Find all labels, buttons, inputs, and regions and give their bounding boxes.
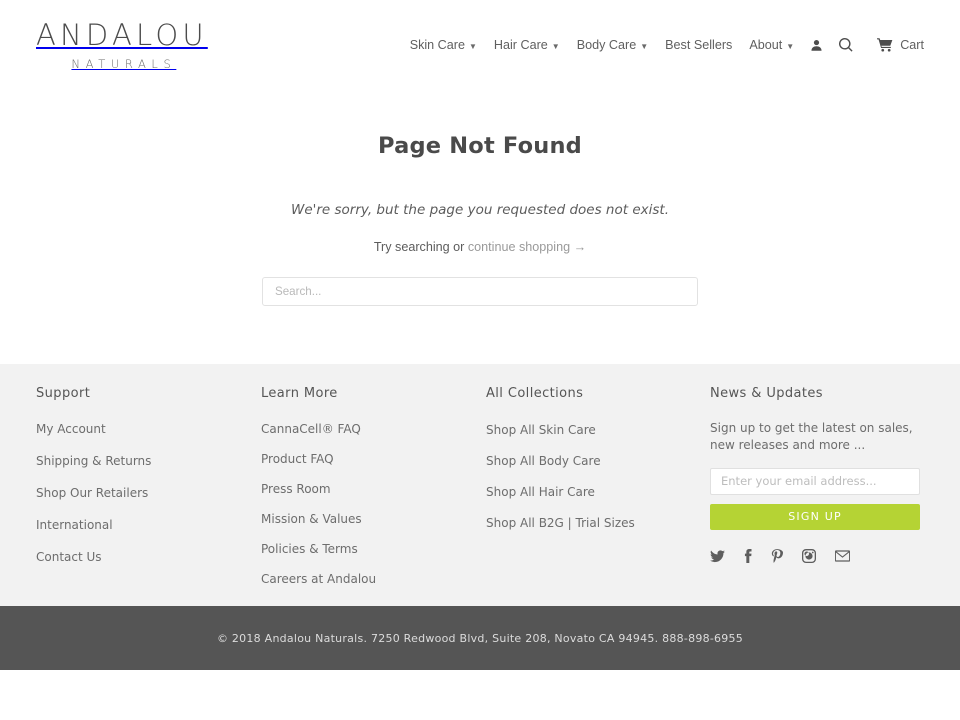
not-found-message: We're sorry, but the page you requested … [291, 202, 669, 218]
footer-link-list: CannaCell® FAQ Product FAQ Press Room Mi… [261, 420, 486, 588]
instagram-icon[interactable] [802, 549, 816, 564]
nav-label: Hair Care [493, 38, 548, 52]
account-icon[interactable] [810, 38, 823, 52]
nav-label: About [749, 38, 783, 52]
logo-primary-text: ANDALOU [36, 18, 208, 53]
cart-label: Cart [900, 38, 924, 52]
signup-button[interactable]: SIGN UP [710, 503, 920, 530]
pinterest-icon[interactable] [771, 548, 783, 564]
site-footer: Support My Account Shipping & Returns Sh… [0, 364, 960, 606]
nav-label: Best Sellers [665, 38, 733, 52]
footer-link-international[interactable]: International [36, 518, 113, 532]
page-title: Page Not Found [377, 133, 582, 159]
list-item: Shop Our Retailers [36, 484, 261, 502]
search-input[interactable] [262, 277, 698, 306]
copyright-bar: © 2018 Andalou Naturals. 7250 Redwood Bl… [0, 606, 960, 670]
footer-link-shop-our-retailers[interactable]: Shop Our Retailers [36, 486, 148, 500]
list-item: My Account [36, 420, 261, 438]
copyright-text: © 2018 Andalou Naturals. 7250 Redwood Bl… [216, 631, 744, 645]
footer-link-shop-all-b2g-trial-sizes[interactable]: Shop All B2G | Trial Sizes [486, 516, 635, 530]
facebook-icon[interactable] [744, 549, 752, 564]
list-item: Shipping & Returns [36, 452, 261, 470]
footer-column-learn-more: Learn More CannaCell® FAQ Product FAQ Pr… [261, 386, 486, 588]
footer-link-careers[interactable]: Careers at Andalou [261, 572, 376, 586]
footer-link-shop-all-skin-care[interactable]: Shop All Skin Care [486, 423, 596, 437]
list-item: Policies & Terms [261, 540, 486, 558]
site-logo[interactable]: ANDALOU NATURALS [36, 21, 208, 71]
logo-secondary-text: NATURALS [71, 57, 177, 72]
cart-icon [877, 38, 893, 52]
list-item: Contact Us [36, 548, 261, 566]
footer-column-all-collections: All Collections Shop All Skin Care Shop … [486, 386, 710, 588]
footer-column-title: Support [36, 386, 91, 401]
footer-link-contact-us[interactable]: Contact Us [36, 550, 102, 564]
nav-item-best-sellers[interactable]: Best Sellers [665, 38, 732, 52]
email-icon[interactable] [835, 550, 850, 562]
nav-item-hair-care[interactable]: Hair Care ▼ [494, 38, 560, 52]
continue-shopping-link[interactable]: continue shopping → [468, 240, 586, 254]
chevron-down-icon: ▼ [551, 41, 560, 51]
footer-link-my-account[interactable]: My Account [36, 422, 106, 436]
social-links [710, 548, 924, 564]
chevron-down-icon: ▼ [640, 41, 649, 51]
footer-link-press-room[interactable]: Press Room [261, 482, 331, 496]
nav-item-about[interactable]: About ▼ [749, 38, 794, 52]
list-item: International [36, 516, 261, 534]
newsletter-title: News & Updates [710, 386, 823, 401]
list-item: CannaCell® FAQ [261, 420, 486, 438]
page-root: ANDALOU NATURALS Skin Care ▼ Hair Care ▼… [0, 0, 960, 720]
footer-link-list: Shop All Skin Care Shop All Body Care Sh… [486, 421, 710, 532]
nav-label: Body Care [576, 38, 637, 52]
footer-link-mission-values[interactable]: Mission & Values [261, 512, 362, 526]
list-item: Mission & Values [261, 510, 486, 528]
footer-column-title: Learn More [261, 386, 338, 401]
main-navigation: Skin Care ▼ Hair Care ▼ Body Care ▼ Best… [410, 38, 924, 52]
email-field[interactable] [710, 467, 920, 495]
footer-link-policies-terms[interactable]: Policies & Terms [261, 542, 358, 556]
footer-link-shipping-returns[interactable]: Shipping & Returns [36, 454, 151, 468]
list-item: Careers at Andalou [261, 570, 486, 588]
chevron-down-icon: ▼ [786, 41, 795, 51]
footer-link-shop-all-hair-care[interactable]: Shop All Hair Care [486, 485, 595, 499]
nav-label: Skin Care [409, 38, 465, 52]
chevron-down-icon: ▼ [468, 41, 477, 51]
search-icon[interactable] [839, 38, 853, 52]
footer-link-cannacell-faq[interactable]: CannaCell® FAQ [261, 422, 361, 436]
cart-button[interactable]: Cart [877, 38, 924, 52]
list-item: Shop All B2G | Trial Sizes [486, 514, 710, 532]
twitter-icon[interactable] [710, 550, 725, 563]
footer-column-support: Support My Account Shipping & Returns Sh… [36, 386, 261, 588]
nav-item-skin-care[interactable]: Skin Care ▼ [410, 38, 477, 52]
list-item: Shop All Skin Care [486, 421, 710, 439]
search-area [0, 254, 960, 306]
footer-link-shop-all-body-care[interactable]: Shop All Body Care [486, 454, 601, 468]
list-item: Shop All Hair Care [486, 483, 710, 501]
footer-columns: Support My Account Shipping & Returns Sh… [36, 364, 924, 588]
footer-link-list: My Account Shipping & Returns Shop Our R… [36, 420, 261, 566]
list-item: Product FAQ [261, 450, 486, 468]
try-searching-line: Try searching or continue shopping → [0, 218, 960, 254]
newsletter-description: Sign up to get the latest on sales, new … [710, 421, 913, 453]
footer-column-title: All Collections [486, 386, 584, 401]
footer-column-newsletter: News & Updates Sign up to get the latest… [710, 386, 924, 588]
nav-item-body-care[interactable]: Body Care ▼ [577, 38, 648, 52]
main-content: Page Not Found We're sorry, but the page… [0, 90, 960, 306]
site-header: ANDALOU NATURALS Skin Care ▼ Hair Care ▼… [0, 0, 960, 90]
list-item: Press Room [261, 480, 486, 498]
try-searching-text: Try searching or [373, 240, 468, 254]
footer-link-product-faq[interactable]: Product FAQ [261, 452, 334, 466]
list-item: Shop All Body Care [486, 452, 710, 470]
